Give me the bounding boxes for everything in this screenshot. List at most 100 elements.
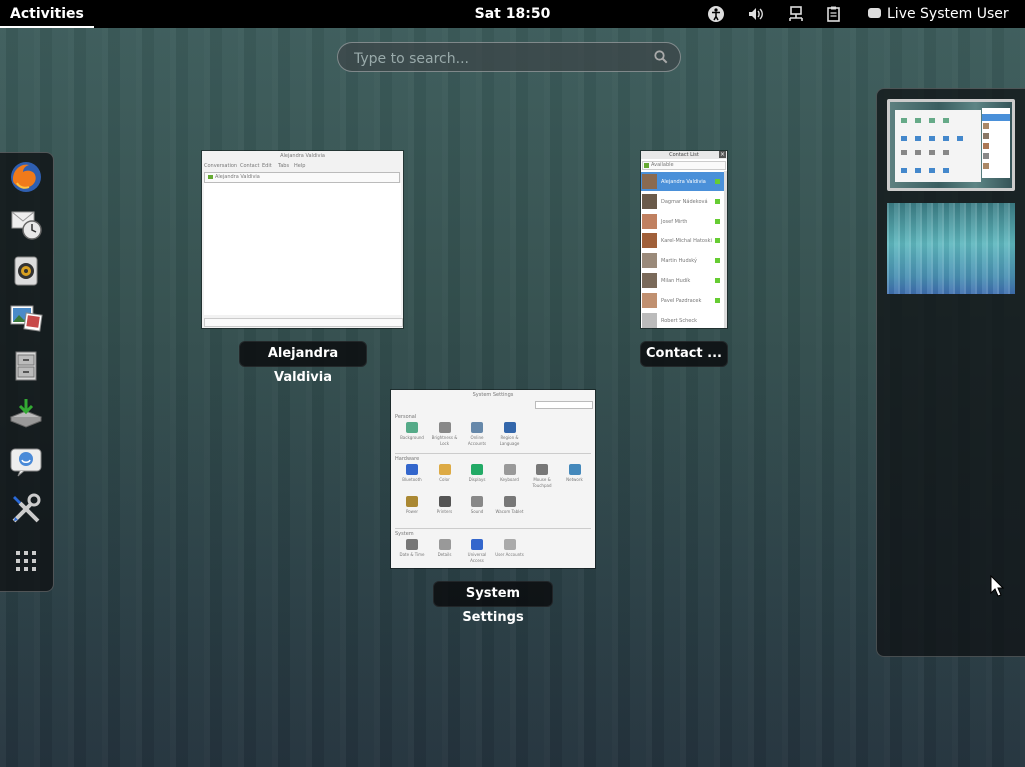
settings-panel-icon bbox=[406, 496, 418, 507]
user-name: Live System User bbox=[887, 6, 1009, 22]
chat-body bbox=[204, 183, 401, 315]
settings-panel-item[interactable]: Online Accounts bbox=[462, 422, 492, 450]
settings-panel-item[interactable]: Wacom Tablet bbox=[495, 496, 525, 524]
search-box[interactable] bbox=[337, 42, 681, 72]
contact-list-thumbnail[interactable]: Contact List × Available Alejandra Valdi… bbox=[641, 151, 727, 328]
avatar bbox=[642, 193, 657, 209]
shotwell-icon[interactable] bbox=[8, 300, 44, 336]
settings-panel-icon bbox=[503, 496, 516, 507]
menu-tabs: Tabs bbox=[278, 163, 290, 169]
clock-label[interactable]: Sat 18:50 bbox=[475, 6, 551, 22]
close-icon: × bbox=[719, 151, 726, 158]
show-applications-icon[interactable] bbox=[8, 543, 44, 579]
chat-tab-icon bbox=[208, 175, 213, 179]
activities-button[interactable]: Activities bbox=[0, 0, 94, 28]
accessibility-icon[interactable] bbox=[707, 5, 725, 23]
available-icon bbox=[715, 278, 720, 283]
settings-panel-label: Region & Language bbox=[499, 435, 520, 446]
settings-panel-label: Displays bbox=[468, 477, 486, 482]
available-icon bbox=[644, 163, 649, 168]
settings-panel-item[interactable]: Details bbox=[430, 539, 460, 567]
contact-row[interactable]: Josef Mirth bbox=[641, 212, 724, 231]
settings-window-title: System Settings bbox=[472, 392, 514, 398]
network-icon[interactable] bbox=[787, 5, 805, 23]
user-menu[interactable]: Live System User bbox=[868, 0, 1009, 28]
search-input[interactable] bbox=[352, 48, 646, 70]
settings-panel-icon bbox=[471, 464, 483, 475]
settings-panel-icon bbox=[503, 539, 516, 550]
settings-panel-item[interactable]: Background bbox=[397, 422, 427, 450]
chat-window-thumbnail[interactable]: Alejandra Valdivia Conversation Contact … bbox=[202, 151, 403, 328]
contact-row[interactable]: Pavel Pazdracek bbox=[641, 291, 724, 310]
scrollbar bbox=[724, 171, 727, 328]
contact-list-titlebar: Contact List × bbox=[641, 151, 727, 159]
contact-list-label[interactable]: Contact ... bbox=[640, 341, 728, 367]
system-tools-icon[interactable] bbox=[8, 491, 44, 527]
settings-panel-icon bbox=[503, 464, 516, 475]
avatar bbox=[642, 312, 657, 328]
menu-edit: Edit bbox=[262, 163, 272, 169]
presence-selector: Available bbox=[642, 161, 726, 170]
avatar bbox=[642, 233, 657, 249]
chat-tab: Alejandra Valdivia bbox=[204, 172, 400, 183]
menu-contact: Contact bbox=[240, 163, 260, 169]
settings-panel-item[interactable]: Color bbox=[430, 464, 460, 492]
chat-window-label[interactable]: Alejandra Valdivia bbox=[239, 341, 367, 385]
system-settings-thumbnail[interactable]: System Settings Personal Background Bright… bbox=[391, 390, 595, 568]
settings-panel-item[interactable]: Universal Access bbox=[462, 539, 492, 567]
presence-status: Available bbox=[651, 162, 674, 168]
settings-panel-icon bbox=[471, 422, 483, 433]
settings-section-heading: Personal bbox=[395, 414, 417, 420]
search-icon bbox=[654, 50, 668, 64]
workspace-1-window bbox=[895, 110, 981, 182]
system-settings-label[interactable]: System Settings bbox=[433, 581, 553, 625]
settings-panel-item[interactable]: Date & Time bbox=[397, 539, 427, 567]
avatar bbox=[642, 253, 657, 269]
chat-window-title: Alejandra Valdivia bbox=[280, 153, 325, 159]
files-icon[interactable] bbox=[8, 348, 44, 384]
empathy-icon[interactable] bbox=[8, 443, 44, 479]
settings-section-heading: Hardware bbox=[395, 456, 420, 462]
avatar bbox=[642, 292, 657, 308]
settings-panel-item[interactable]: Keyboard bbox=[495, 464, 525, 492]
contact-row[interactable]: Alejandra Valdivia bbox=[641, 172, 724, 191]
avatar bbox=[642, 273, 657, 288]
settings-panel-label: Network bbox=[566, 477, 583, 482]
settings-panel-item[interactable]: Region & Language bbox=[495, 422, 525, 450]
contact-row[interactable]: Milan Hudík bbox=[641, 271, 724, 290]
volume-icon[interactable] bbox=[747, 5, 765, 23]
settings-panel-item[interactable]: Sound bbox=[462, 496, 492, 524]
contact-row[interactable]: Karel-Michal Hatoski bbox=[641, 231, 724, 250]
settings-panel-item[interactable]: Bluetooth bbox=[397, 464, 427, 492]
contact-row[interactable]: Robert Scheck bbox=[641, 311, 724, 328]
workspace-1[interactable] bbox=[887, 99, 1015, 191]
rhythmbox-icon[interactable] bbox=[8, 253, 44, 289]
evolution-icon[interactable] bbox=[8, 206, 44, 242]
clipboard-icon[interactable] bbox=[825, 5, 843, 23]
settings-panel-icon bbox=[438, 422, 451, 433]
contact-name: Josef Mirth bbox=[661, 218, 688, 225]
settings-panel-item[interactable]: Displays bbox=[462, 464, 492, 492]
menu-conversation: Conversation bbox=[204, 163, 238, 169]
settings-panel-item[interactable]: Printers bbox=[430, 496, 460, 524]
settings-panel-label: Details bbox=[437, 552, 452, 557]
settings-panel-icon bbox=[471, 539, 483, 550]
settings-panel-item[interactable]: Brightness & Lock bbox=[430, 422, 460, 450]
settings-panel-label: Sound bbox=[470, 509, 484, 514]
software-install-icon[interactable] bbox=[8, 395, 44, 431]
settings-panel-icon bbox=[438, 464, 451, 475]
contact-name: Karel-Michal Hatoski bbox=[661, 238, 712, 245]
contact-row[interactable]: Dagmar Nádeková bbox=[641, 192, 724, 211]
settings-panel-item[interactable]: Network bbox=[560, 464, 590, 492]
contact-row[interactable]: Martin Hudský bbox=[641, 251, 724, 270]
firefox-icon[interactable] bbox=[8, 159, 44, 195]
settings-panel-label: Mouse & Touchpad bbox=[532, 477, 552, 488]
workspace-2[interactable] bbox=[887, 203, 1015, 294]
settings-panel-label: Universal Access bbox=[467, 552, 487, 563]
settings-panel-item[interactable]: Mouse & Touchpad bbox=[527, 464, 557, 492]
settings-panel-item[interactable]: Power bbox=[397, 496, 427, 524]
settings-panel-item[interactable]: User Accounts bbox=[495, 539, 525, 567]
available-icon bbox=[715, 198, 720, 204]
section-divider bbox=[395, 528, 591, 529]
settings-panel-label: Date & Time bbox=[399, 552, 425, 557]
